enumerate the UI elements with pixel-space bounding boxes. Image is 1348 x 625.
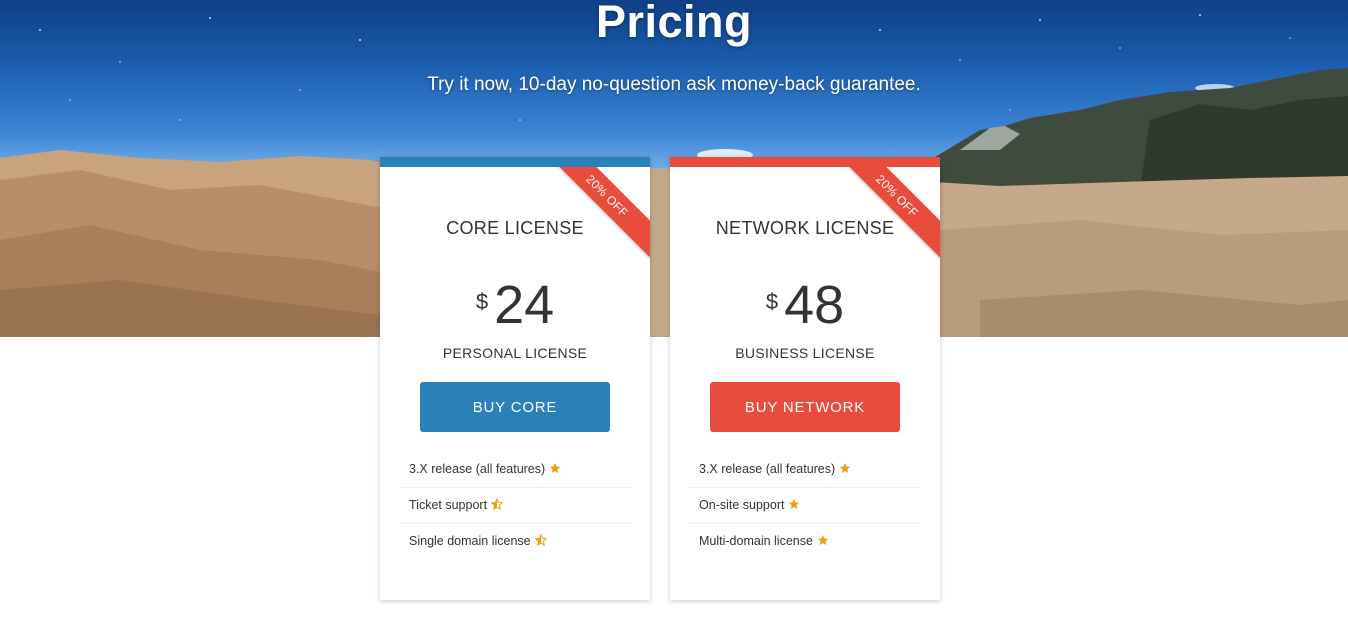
star-full-icon [839, 463, 851, 473]
buy-core-button[interactable]: BUY CORE [420, 382, 610, 432]
star-half-icon [491, 498, 504, 510]
feature-label: 3.X release (all features) [409, 462, 546, 476]
discount-ribbon: 20% OFF [834, 167, 940, 259]
feature-label: On-site support [699, 498, 785, 512]
feature-list: 3.X release (all features) Ticket suppor… [400, 452, 630, 559]
feature-item: On-site support [690, 488, 920, 524]
currency-symbol: $ [765, 289, 779, 314]
currency-symbol: $ [475, 289, 489, 314]
feature-item: Single domain license [400, 524, 630, 559]
star-half-icon [534, 534, 547, 546]
page-subtitle: Try it now, 10-day no-question ask money… [427, 74, 921, 95]
discount-ribbon: 20% OFF [544, 167, 650, 259]
feature-label: Single domain license [409, 534, 531, 548]
price-amount: 24 [494, 275, 555, 335]
pricing-card-core: 20% OFF CORE LICENSE $24 PERSONAL LICENS… [380, 157, 650, 600]
feature-list: 3.X release (all features) On-site suppo… [690, 452, 920, 559]
star-full-icon [549, 463, 561, 473]
feature-label: Multi-domain license [699, 534, 813, 548]
star-full-icon [817, 535, 829, 545]
feature-label: Ticket support [409, 498, 488, 512]
pricing-card-network: 20% OFF NETWORK LICENSE $48 BUSINESS LIC… [670, 157, 940, 600]
feature-item: 3.X release (all features) [690, 452, 920, 488]
plan-license-type: BUSINESS LICENSE [735, 345, 875, 361]
feature-item: 3.X release (all features) [400, 452, 630, 488]
price-amount: 48 [784, 275, 845, 335]
star-full-icon [789, 499, 800, 509]
plan-price: $48 [670, 273, 940, 337]
plan-price: $24 [380, 273, 650, 337]
plan-license-type: PERSONAL LICENSE [442, 345, 588, 361]
buy-network-button[interactable]: BUY NETWORK [710, 382, 900, 432]
plan-title: NETWORK LICENSE [715, 218, 895, 238]
page-title: Pricing [595, 0, 753, 47]
feature-item: Multi-domain license [690, 524, 920, 559]
plan-title: CORE LICENSE [446, 218, 584, 238]
feature-item: Ticket support [400, 488, 630, 524]
feature-label: 3.X release (all features) [699, 462, 836, 476]
